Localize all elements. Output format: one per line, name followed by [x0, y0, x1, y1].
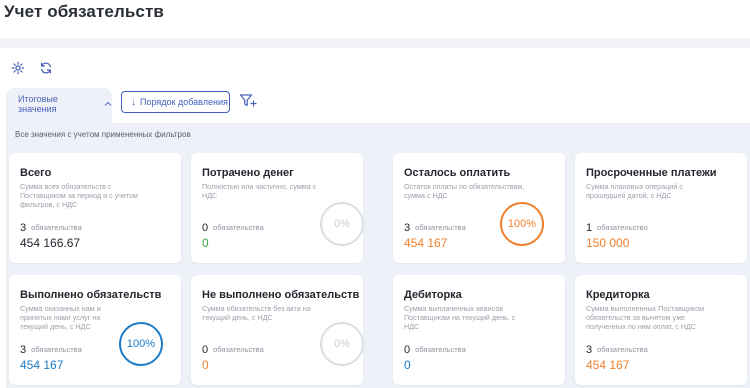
percent-ring: 100% [500, 202, 544, 246]
card-description: Полностью или частично, сумма с НДС [202, 182, 317, 200]
count-value: 1 [586, 222, 593, 234]
card-sum: 454 167 [404, 236, 448, 250]
card-description: Сумма оказанных нам и принятых нами услу… [20, 304, 101, 331]
card-title: Кредиторка [586, 289, 650, 301]
card-sum: 454 167 [586, 358, 630, 372]
order-button-label: Порядок добавления [140, 97, 228, 107]
header-divider [0, 38, 750, 48]
card-sum: 0 [404, 358, 411, 372]
card-title: Потрачено денег [202, 167, 294, 179]
refresh-icon[interactable] [38, 60, 54, 76]
count-value: 0 [202, 344, 209, 356]
card-description: Сумма обязательств без акта на текущий д… [202, 304, 311, 322]
card-payables[interactable]: Кредиторка Сумма выполненных Поставщиком… [575, 275, 747, 385]
filters-caption: Все значения с учетом примененных фильтр… [15, 130, 191, 139]
card-not-fulfilled[interactable]: Не выполнено обязательств Сумма обязател… [191, 275, 364, 385]
card-count: 0 обязательства [202, 222, 264, 234]
tab-totals[interactable]: Итоговые значения [6, 88, 112, 124]
card-count: 1 обязательство [586, 222, 648, 234]
card-title: Всего [20, 167, 52, 179]
count-value: 3 [586, 344, 593, 356]
count-unit: обязательства [415, 223, 466, 232]
card-title: Не выполнено обязательств [202, 289, 360, 301]
card-remaining[interactable]: Осталось оплатить Остаток оплаты по обяз… [393, 153, 565, 263]
count-unit: обязательства [31, 223, 82, 232]
card-title: Осталось оплатить [404, 167, 511, 179]
filter-add-icon[interactable] [239, 93, 257, 109]
count-value: 0 [202, 222, 209, 234]
count-value: 3 [20, 344, 27, 356]
count-value: 0 [404, 344, 411, 356]
percent-ring: 0% [320, 322, 364, 366]
count-unit: обязательства [213, 345, 264, 354]
order-button[interactable]: ↓ Порядок добавления [121, 91, 230, 113]
tab-totals-label: Итоговые значения [18, 94, 58, 114]
page-title: Учет обязательств [4, 2, 164, 21]
chevron-up-icon [104, 101, 112, 106]
summary-area: Все значения с учетом примененных фильтр… [6, 123, 750, 388]
card-receivables[interactable]: Дебиторка Сумма выплаченных авансов Пост… [393, 275, 565, 385]
card-count: 0 обязательства [404, 344, 466, 356]
count-unit: обязательства [213, 223, 264, 232]
count-unit: обязательство [597, 223, 648, 232]
card-description: Остаток оплаты по обязательствам, сумма … [404, 182, 525, 200]
page-header: Учет обязательств [0, 0, 750, 38]
card-description: Сумма выплаченных авансов Поставщикам на… [404, 304, 516, 331]
card-sum: 454 167 [20, 358, 64, 372]
count-value: 3 [404, 222, 411, 234]
card-count: 3 обязательства [20, 344, 82, 356]
card-spent[interactable]: Потрачено денег Полностью или частично, … [191, 153, 364, 263]
percent-ring: 100% [119, 322, 163, 366]
card-sum: 0 [202, 358, 209, 372]
card-total[interactable]: Всего Сумма всех обязательств с Поставщи… [9, 153, 181, 263]
card-overdue[interactable]: Просроченные платежи Сумма плановых опер… [575, 153, 747, 263]
gear-icon[interactable] [10, 60, 26, 76]
count-value: 3 [20, 222, 27, 234]
card-title: Выполнено обязательств [20, 289, 162, 301]
percent-ring: 0% [320, 202, 364, 246]
card-description: Сумма плановых операций с прошедшей дато… [586, 182, 683, 200]
card-description: Сумма всех обязательств с Поставщиком за… [20, 182, 138, 209]
card-count: 0 обязательства [202, 344, 264, 356]
card-sum: 454 166.67 [20, 236, 81, 250]
card-count: 3 обязательства [404, 222, 466, 234]
card-sum: 150 000 [586, 236, 630, 250]
card-count: 3 обязательства [586, 344, 648, 356]
card-fulfilled[interactable]: Выполнено обязательств Сумма оказанных н… [9, 275, 181, 385]
card-title: Дебиторка [404, 289, 462, 301]
count-unit: обязательства [415, 345, 466, 354]
toolbar: Итоговые значения ↓ Порядок добавления [0, 48, 750, 124]
arrow-down-icon: ↓ [131, 96, 136, 108]
card-description: Сумма выполненных Поставщиком обязательс… [586, 304, 705, 331]
count-unit: обязательства [31, 345, 82, 354]
card-title: Просроченные платежи [586, 167, 717, 179]
count-unit: обязательства [597, 345, 648, 354]
card-count: 3 обязательства [20, 222, 82, 234]
card-sum: 0 [202, 236, 209, 250]
